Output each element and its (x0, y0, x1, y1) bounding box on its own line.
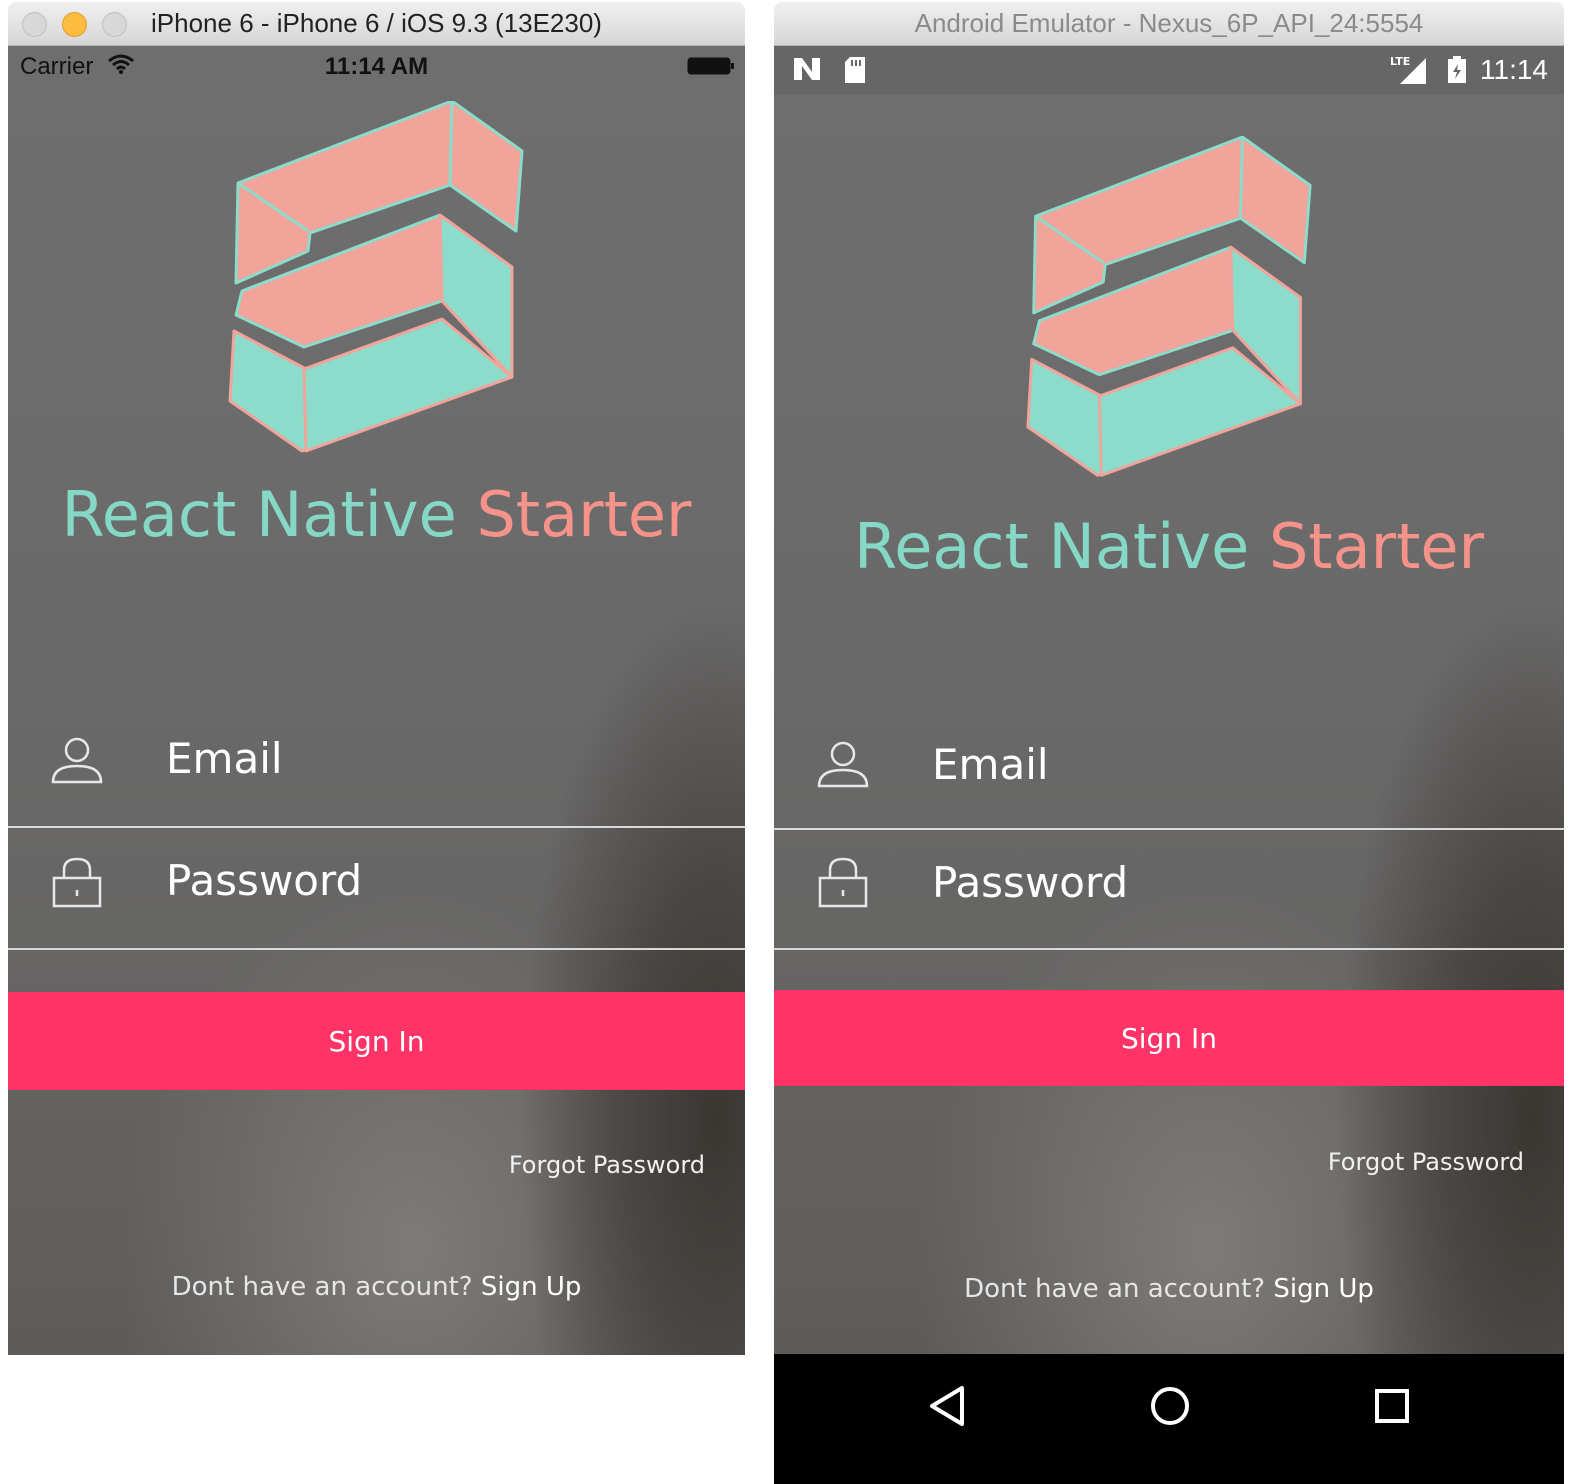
forgot-password-link[interactable]: Forgot Password (509, 1151, 705, 1179)
app-logo (1026, 136, 1312, 477)
password-input[interactable]: Password (166, 856, 362, 905)
password-input[interactable]: Password (932, 858, 1128, 907)
sign-up-link[interactable]: Sign Up (481, 1272, 582, 1302)
android-status-bar: LTE 11:14 (774, 46, 1564, 94)
ios-window-title: iPhone 6 - iPhone 6 / iOS 9.3 (13E230) (151, 8, 602, 38)
password-field[interactable]: Password (774, 830, 1564, 950)
forgot-password-link[interactable]: Forgot Password (1328, 1148, 1524, 1176)
ios-screen: Carrier 11:14 AM React Native Starter Em… (8, 46, 745, 1355)
android-window-titlebar: Android Emulator - Nexus_6P_API_24:5554 (774, 2, 1564, 46)
signup-row: Dont have an account? Sign Up (8, 1272, 745, 1302)
lock-icon (818, 857, 868, 908)
password-divider (774, 948, 1564, 950)
app-title: React Native Starter (8, 478, 745, 551)
signup-row: Dont have an account? Sign Up (774, 1274, 1564, 1304)
back-icon[interactable] (928, 1384, 968, 1428)
svg-text:LTE: LTE (1390, 55, 1410, 68)
lock-icon (52, 857, 102, 908)
ios-simulator-window: iPhone 6 - iPhone 6 / iOS 9.3 (13E230) C… (8, 2, 745, 1355)
window-controls (22, 12, 127, 37)
sign-up-link[interactable]: Sign Up (1273, 1274, 1374, 1304)
email-input[interactable]: Email (932, 740, 1049, 789)
nougat-icon (794, 58, 820, 80)
password-divider (8, 948, 745, 950)
app-title-part1: React Native (61, 478, 457, 551)
android-nav-bar (774, 1354, 1564, 1484)
signup-prompt: Dont have an account? (964, 1274, 1266, 1304)
app-title-part1: React Native (853, 510, 1250, 583)
app-title: React Native Starter (774, 510, 1564, 583)
ios-status-bar: Carrier 11:14 AM (8, 46, 745, 90)
app-logo (228, 101, 524, 453)
email-field[interactable]: Email (8, 708, 745, 828)
email-input[interactable]: Email (166, 734, 283, 783)
user-icon (51, 737, 103, 784)
battery-icon (687, 57, 734, 75)
sign-in-label: Sign In (328, 1024, 425, 1058)
sign-in-label: Sign In (1121, 1021, 1217, 1055)
window-zoom-button[interactable] (102, 12, 127, 37)
email-divider (8, 826, 745, 828)
android-battery-icon (1448, 56, 1466, 83)
sign-in-button[interactable]: Sign In (8, 992, 745, 1090)
window-close-button[interactable] (22, 12, 47, 37)
signup-prompt: Dont have an account? (171, 1272, 473, 1302)
android-emulator-window: Android Emulator - Nexus_6P_API_24:5554 … (774, 2, 1564, 1484)
sign-in-button[interactable]: Sign In (774, 990, 1564, 1086)
ios-clock: 11:14 AM (324, 53, 429, 80)
password-field[interactable]: Password (8, 830, 745, 950)
user-icon (817, 741, 869, 788)
home-icon[interactable] (1148, 1384, 1192, 1428)
android-clock: 11:14 (1480, 54, 1548, 85)
recents-icon[interactable] (1372, 1384, 1412, 1428)
app-title-part2: Starter (476, 478, 692, 551)
window-minimize-button[interactable] (62, 12, 87, 37)
lte-signal-icon: LTE (1390, 55, 1426, 84)
sd-card-icon (845, 57, 865, 83)
email-field[interactable]: Email (774, 710, 1564, 830)
android-screen: LTE 11:14 React Native Starter Email Pas… (774, 46, 1564, 1354)
app-title-part2: Starter (1268, 510, 1485, 583)
android-window-title: Android Emulator - Nexus_6P_API_24:5554 (914, 8, 1424, 38)
ios-window-titlebar: iPhone 6 - iPhone 6 / iOS 9.3 (13E230) (8, 2, 745, 46)
